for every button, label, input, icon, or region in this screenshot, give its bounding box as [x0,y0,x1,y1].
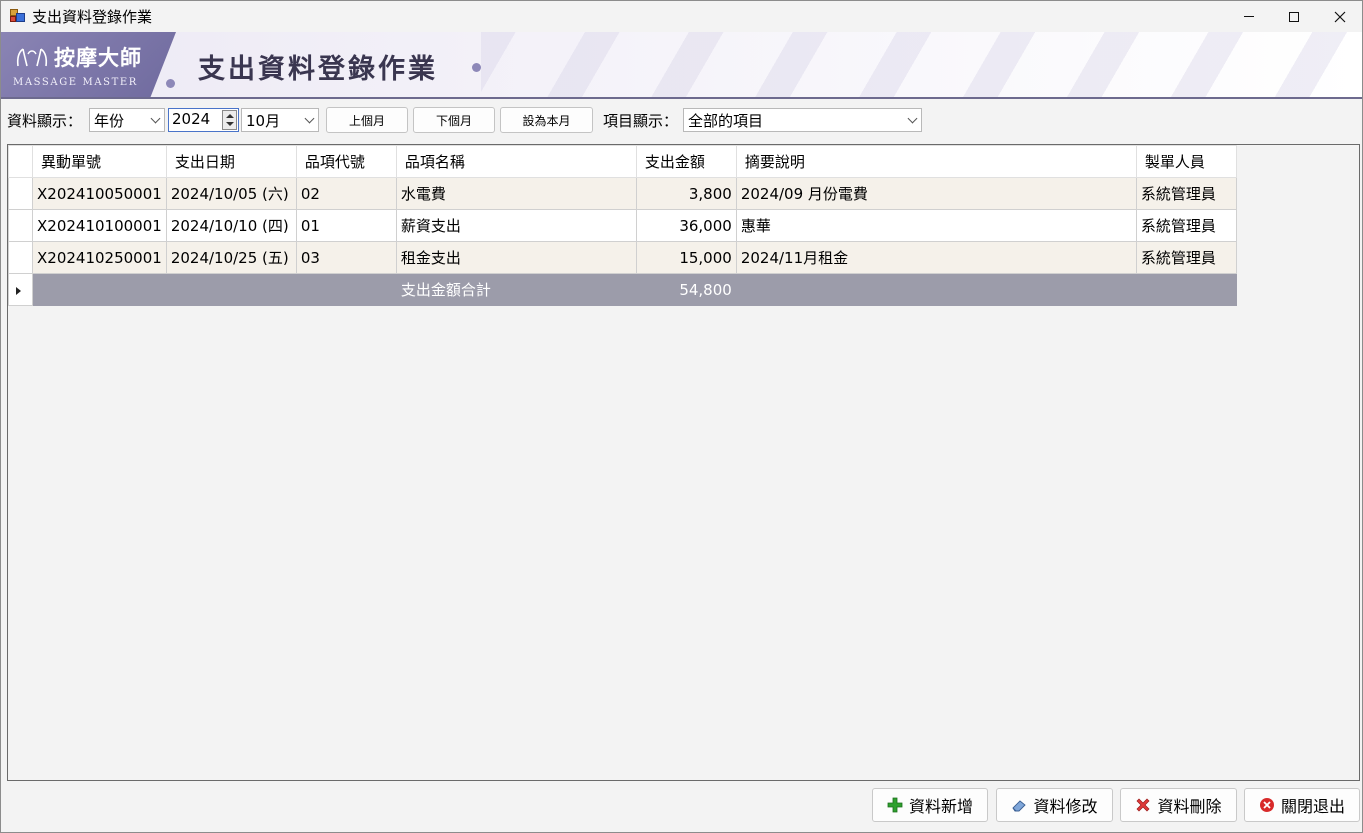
exit-button[interactable]: 關閉退出 [1244,788,1360,822]
item-select[interactable]: 全部的項目 [683,108,922,132]
table-cell[interactable]: X202410050001 [32,177,167,210]
table-cell[interactable]: 36,000 [635,209,737,242]
year-value: 2024 [172,110,211,128]
table-cell[interactable]: 系統管理員 [1135,241,1237,274]
row-header[interactable] [8,177,33,210]
delete-record-label: 資料刪除 [1157,797,1222,816]
column-header[interactable]: 摘要說明 [735,145,1137,178]
table-cell[interactable]: 2024/11月租金 [735,241,1137,274]
column-header[interactable]: 製單人員 [1135,145,1237,178]
prev-month-button[interactable]: 上個月 [326,107,408,133]
total-value[interactable]: 54,800 [635,273,737,306]
table-row[interactable]: X202410050001 2024/10/05 (六) 02 水電費 3,80… [8,177,1237,210]
banner-decoration [481,32,1361,97]
item-display-label: 項目顯示： [603,112,679,130]
minimize-button[interactable] [1226,1,1272,32]
plus-icon [887,797,903,813]
display-mode-value: 年份 [94,111,125,130]
edit-record-label: 資料修改 [1033,797,1098,816]
maximize-button[interactable] [1271,1,1317,32]
table-cell[interactable]: 2024/10/05 (六) [165,177,297,210]
delete-record-button[interactable]: 資料刪除 [1120,788,1237,822]
eraser-icon [1012,800,1027,812]
expense-table: 異動單號 支出日期 品項代號 品項名稱 支出金額 摘要說明 製單人員 X2024… [8,145,1237,306]
table-cell[interactable]: 2024/10/10 (四) [165,209,297,242]
logo-english-text: MASSAGE MASTER [13,77,138,88]
app-icon [10,9,25,23]
table-cell[interactable] [1135,273,1237,306]
row-header[interactable] [8,241,33,274]
chevron-down-icon [150,113,161,124]
spin-down-icon [226,122,234,126]
column-header[interactable]: 異動單號 [32,145,167,178]
table-row[interactable]: X202410250001 2024/10/25 (五) 03 租金支出 15,… [8,241,1237,274]
table-cell[interactable]: 惠華 [735,209,1137,242]
x-icon [1136,798,1150,812]
table-cell[interactable]: 03 [295,241,397,274]
minimize-icon [1244,16,1254,17]
row-header-corner [8,145,33,178]
column-header[interactable]: 支出金額 [635,145,737,178]
table-cell[interactable]: X202410250001 [32,241,167,274]
expense-grid[interactable]: 異動單號 支出日期 品項代號 品項名稱 支出金額 摘要說明 製單人員 X2024… [7,144,1360,781]
column-header[interactable]: 品項代號 [295,145,397,178]
window-title: 支出資料登錄作業 [32,8,153,26]
row-header[interactable] [8,209,33,242]
display-label: 資料顯示： [7,112,83,130]
chevron-down-icon [907,113,918,124]
banner-dot [166,79,175,88]
add-record-label: 資料新增 [908,797,973,816]
header-banner: 按摩大師 MASSAGE MASTER 支出資料登錄作業 [1,32,1362,99]
month-select[interactable]: 10月 [241,108,319,132]
maximize-icon [1289,11,1299,22]
table-cell[interactable] [295,273,397,306]
table-cell[interactable] [735,273,1137,306]
display-mode-select[interactable]: 年份 [89,108,165,132]
year-spinner[interactable]: 2024 [168,108,239,132]
table-cell[interactable]: 2024/09 月份電費 [735,177,1137,210]
logo-chinese-text: 按摩大師 [54,45,142,70]
item-value: 全部的項目 [688,111,764,130]
table-cell[interactable]: 薪資支出 [395,209,637,242]
hands-logo-icon [16,48,48,67]
table-cell[interactable]: 系統管理員 [1135,177,1237,210]
banner-title: 支出資料登錄作業 [198,54,438,85]
spin-up-icon [226,114,234,118]
this-month-button[interactable]: 設為本月 [500,107,593,133]
table-cell[interactable]: 2024/10/25 (五) [165,241,297,274]
logo: 按摩大師 MASSAGE MASTER [1,32,176,97]
total-label[interactable]: 支出金額合計 [395,273,637,306]
table-cell[interactable] [32,273,167,306]
filter-toolbar: 資料顯示： 年份 2024 10月 上個月 下個月 設為本月 項目顯示： 全部的… [1,101,1362,139]
table-cell[interactable]: 15,000 [635,241,737,274]
current-row-arrow-icon [16,286,21,295]
close-circle-icon [1259,798,1274,812]
chevron-down-icon [304,113,315,124]
month-value: 10月 [246,111,281,130]
column-header[interactable]: 支出日期 [165,145,297,178]
next-month-button[interactable]: 下個月 [413,107,495,133]
add-record-button[interactable]: 資料新增 [872,788,988,822]
close-window-button[interactable] [1317,1,1363,32]
table-cell[interactable]: 水電費 [395,177,637,210]
year-spin-buttons[interactable] [222,110,237,130]
table-cell[interactable]: 租金支出 [395,241,637,274]
app-window: 支出資料登錄作業 按摩大師 MASSAGE MASTER 支出資料登錄作業 資料… [0,0,1363,833]
exit-label: 關閉退出 [1280,797,1345,816]
table-cell[interactable]: 系統管理員 [1135,209,1237,242]
banner-dot [472,63,481,72]
table-row[interactable]: X202410100001 2024/10/10 (四) 01 薪資支出 36,… [8,209,1237,242]
edit-record-button[interactable]: 資料修改 [996,788,1113,822]
title-bar: 支出資料登錄作業 [1,1,1362,32]
close-icon [1334,11,1346,22]
table-cell[interactable] [165,273,297,306]
table-cell[interactable]: X202410100001 [32,209,167,242]
current-row-header[interactable] [8,273,33,306]
table-cell[interactable]: 3,800 [635,177,737,210]
column-header[interactable]: 品項名稱 [395,145,637,178]
table-cell[interactable]: 02 [295,177,397,210]
header-row: 異動單號 支出日期 品項代號 品項名稱 支出金額 摘要說明 製單人員 [8,145,1237,178]
table-cell[interactable]: 01 [295,209,397,242]
total-row[interactable]: 支出金額合計 54,800 [8,273,1237,306]
